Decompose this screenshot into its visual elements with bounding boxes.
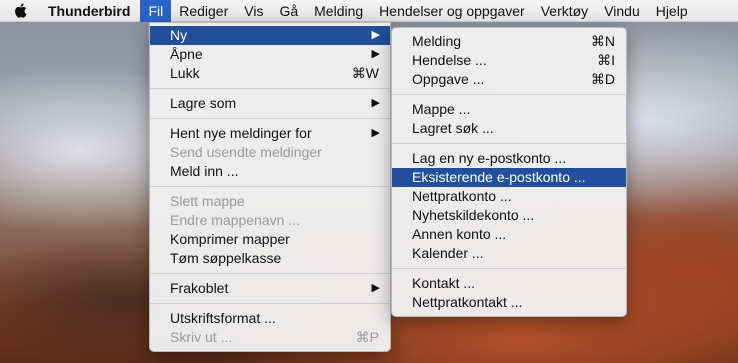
menu-item-label: Åpne bbox=[170, 46, 203, 62]
menu-item-annen-konto[interactable]: Annen konto ... bbox=[392, 225, 626, 244]
menu-item-endre-mappenavn: Endre mappenavn ... bbox=[150, 211, 390, 230]
menu-item-label: Tøm søppelkasse bbox=[170, 250, 282, 266]
menu-item-label: Slett mappe bbox=[170, 193, 245, 209]
menu-item-label: Komprimer mapper bbox=[170, 231, 290, 247]
menubar-item-vis[interactable]: Vis bbox=[236, 0, 271, 22]
menubar-app-name[interactable]: Thunderbird bbox=[40, 0, 140, 22]
menu-item-label: Lag en ny e-postkonto ... bbox=[412, 150, 567, 166]
menu-item-meld-inn[interactable]: Meld inn ... bbox=[150, 162, 390, 181]
menu-item-label: Skriv ut ... bbox=[170, 329, 233, 345]
submenu-arrow-icon: ▶ bbox=[371, 29, 380, 41]
menu-item-label: Meld inn ... bbox=[170, 163, 239, 179]
menu-item-label: Melding bbox=[412, 33, 462, 49]
new-submenu: Melding ⌘N Hendelse ... ⌘I Oppgave ... ⌘… bbox=[391, 27, 627, 317]
shortcut-label: ⌘I bbox=[597, 52, 615, 68]
menu-item-label: Nettpratkontakt ... bbox=[412, 294, 523, 310]
menu-item-ny[interactable]: Ny ▶ bbox=[150, 26, 390, 45]
menu-item-komprimer-mapper[interactable]: Komprimer mapper bbox=[150, 230, 390, 249]
menu-item-kontakt[interactable]: Kontakt ... bbox=[392, 274, 626, 293]
menubar-item-hjelp[interactable]: Hjelp bbox=[648, 0, 696, 22]
menubar-item-fil[interactable]: Fil bbox=[140, 0, 172, 22]
menu-bar: Thunderbird Fil Rediger Vis Gå Melding H… bbox=[0, 0, 738, 22]
menu-item-lukk[interactable]: Lukk ⌘W bbox=[150, 64, 390, 83]
menu-item-label: Lagre som bbox=[170, 95, 237, 111]
menubar-item-hendelser[interactable]: Hendelser og oppgaver bbox=[371, 0, 533, 22]
menu-item-hendelse[interactable]: Hendelse ... ⌘I bbox=[392, 51, 626, 70]
apple-menu[interactable] bbox=[0, 0, 40, 22]
menu-item-label: Nettpratkonto ... bbox=[412, 188, 512, 204]
menubar-item-vindu[interactable]: Vindu bbox=[596, 0, 648, 22]
menu-item-eksisterende-epostkonto[interactable]: Eksisterende e-postkonto ... bbox=[392, 168, 626, 187]
menu-item-label: Kalender ... bbox=[412, 245, 484, 261]
menu-item-lagret-sok[interactable]: Lagret søk ... bbox=[392, 119, 626, 138]
menu-item-label: Annen konto ... bbox=[412, 226, 507, 242]
menu-separator bbox=[150, 118, 390, 119]
menu-separator bbox=[150, 186, 390, 187]
shortcut-label: ⌘N bbox=[590, 33, 615, 49]
menu-item-label: Oppgave ... bbox=[412, 71, 485, 87]
file-menu: Ny ▶ Åpne ▶ Lukk ⌘W Lagre som ▶ Hent nye… bbox=[149, 22, 391, 352]
shortcut-label: ⌘D bbox=[590, 71, 615, 87]
menu-item-kalender[interactable]: Kalender ... bbox=[392, 244, 626, 263]
menu-separator bbox=[392, 94, 626, 95]
menu-item-label: Send usendte meldinger bbox=[170, 144, 322, 160]
menu-item-label: Frakoblet bbox=[170, 280, 229, 296]
menu-item-skriv-ut: Skriv ut ... ⌘P bbox=[150, 328, 390, 347]
menu-item-label: Lagret søk ... bbox=[412, 120, 494, 136]
shortcut-label: ⌘W bbox=[351, 65, 379, 81]
menu-separator bbox=[392, 268, 626, 269]
menu-item-tom-soppelkasse[interactable]: Tøm søppelkasse bbox=[150, 249, 390, 268]
submenu-arrow-icon: ▶ bbox=[371, 97, 380, 109]
menu-item-label: Lukk bbox=[170, 65, 200, 81]
menubar-item-melding[interactable]: Melding bbox=[306, 0, 371, 22]
menu-item-label: Endre mappenavn ... bbox=[170, 212, 300, 228]
apple-logo-icon bbox=[14, 3, 27, 19]
menu-item-label: Ny bbox=[170, 27, 188, 43]
menu-separator bbox=[392, 143, 626, 144]
menu-separator bbox=[150, 273, 390, 274]
menu-item-nettpratkontakt[interactable]: Nettpratkontakt ... bbox=[392, 293, 626, 312]
menu-item-label: Hent nye meldinger for bbox=[170, 125, 312, 141]
menu-item-melding[interactable]: Melding ⌘N bbox=[392, 32, 626, 51]
menubar-item-ga[interactable]: Gå bbox=[271, 0, 306, 22]
submenu-arrow-icon: ▶ bbox=[371, 282, 380, 294]
menu-item-mappe[interactable]: Mappe ... bbox=[392, 100, 626, 119]
menu-item-nettpratkonto[interactable]: Nettpratkonto ... bbox=[392, 187, 626, 206]
menu-item-slett-mappe: Slett mappe bbox=[150, 192, 390, 211]
submenu-arrow-icon: ▶ bbox=[371, 48, 380, 60]
menu-item-label: Nyhetskildekonto ... bbox=[412, 207, 535, 223]
menu-item-label: Mappe ... bbox=[412, 101, 471, 117]
submenu-arrow-icon: ▶ bbox=[371, 127, 380, 139]
menu-item-label: Kontakt ... bbox=[412, 275, 476, 291]
menu-item-lag-ny-epostkonto[interactable]: Lag en ny e-postkonto ... bbox=[392, 149, 626, 168]
menu-item-label: Utskriftsformat ... bbox=[170, 310, 276, 326]
shortcut-label: ⌘P bbox=[355, 329, 379, 345]
menu-item-hent-nye-meldinger[interactable]: Hent nye meldinger for ▶ bbox=[150, 124, 390, 143]
menubar-item-verktoy[interactable]: Verktøy bbox=[533, 0, 596, 22]
menubar-item-rediger[interactable]: Rediger bbox=[171, 0, 236, 22]
menu-separator bbox=[150, 88, 390, 89]
menu-item-send-usendte: Send usendte meldinger bbox=[150, 143, 390, 162]
menu-item-label: Eksisterende e-postkonto ... bbox=[412, 169, 586, 185]
menu-item-label: Hendelse ... bbox=[412, 52, 487, 68]
menu-item-nyhetskildekonto[interactable]: Nyhetskildekonto ... bbox=[392, 206, 626, 225]
menu-item-apne[interactable]: Åpne ▶ bbox=[150, 45, 390, 64]
menu-separator bbox=[150, 303, 390, 304]
menu-item-oppgave[interactable]: Oppgave ... ⌘D bbox=[392, 70, 626, 89]
menu-item-utskriftsformat[interactable]: Utskriftsformat ... bbox=[150, 309, 390, 328]
menu-item-frakoblet[interactable]: Frakoblet ▶ bbox=[150, 279, 390, 298]
menu-item-lagre-som[interactable]: Lagre som ▶ bbox=[150, 94, 390, 113]
